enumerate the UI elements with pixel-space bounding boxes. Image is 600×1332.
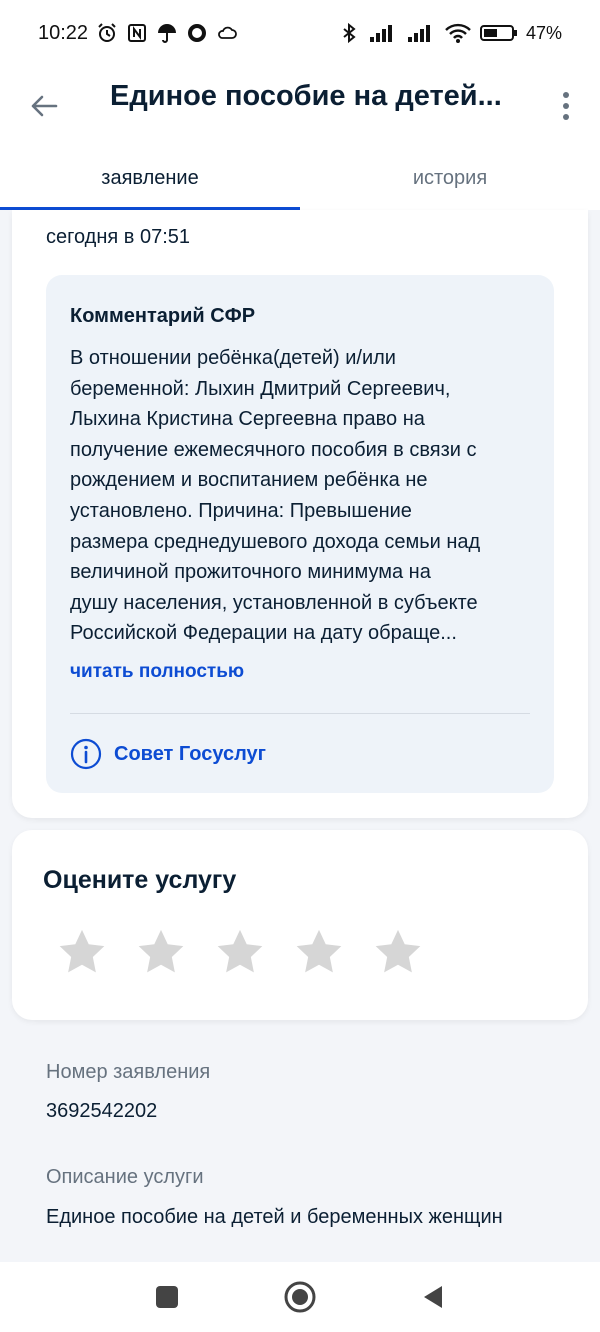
comment-line: рождением и воспитанием ребёнка не (70, 469, 428, 492)
back-nav-button[interactable] (418, 1282, 448, 1312)
star-1-icon[interactable] (56, 926, 108, 978)
recents-button[interactable] (152, 1282, 182, 1312)
battery-icon (479, 22, 518, 44)
home-circle-icon (284, 1281, 316, 1313)
menu-dot (563, 103, 569, 109)
comment-line: Российской Федерации на дату обраще... (70, 622, 457, 645)
service-description-value: Единое пособие на детей и беременных жен… (46, 1206, 503, 1228)
comment-line: Лыхина Кристина Сергеевна право на (70, 408, 425, 431)
more-menu-button[interactable] (550, 78, 582, 134)
comment-text: В отношении ребёнка(детей) и/или беремен… (70, 343, 538, 649)
comment-line: размера среднедушевого дохода семьи над (70, 530, 481, 553)
battery-percent: 47% (525, 22, 562, 43)
comment-box: Комментарий СФР В отношении ребёнка(дете… (46, 275, 554, 793)
tab-history[interactable]: история (300, 146, 600, 210)
signal-icon (406, 22, 436, 44)
status-time: 10:22 (38, 21, 89, 44)
nfc-icon (126, 22, 148, 44)
application-number-value: 3692542202 (46, 1100, 158, 1122)
advice-label: Совет Госуслуг (114, 742, 266, 765)
back-button[interactable] (22, 78, 66, 134)
status-card: сегодня в 07:51 Комментарий СФР В отноше… (12, 210, 588, 818)
status-icons-right: 47% (338, 22, 562, 44)
comment-line: величиной прожиточного минимума на (70, 561, 431, 584)
wifi-icon (444, 22, 472, 44)
star-4-icon[interactable] (293, 926, 345, 978)
status-date: сегодня в 07:51 (46, 226, 190, 248)
info-circle-icon (70, 738, 102, 770)
comment-line: душу населения, установленной в субъекте (70, 591, 478, 614)
alarm-icon (96, 22, 118, 44)
star-2-icon[interactable] (135, 926, 187, 978)
cloud-icon (216, 22, 238, 44)
comment-line: получение ежемесячного пособия в связи с (70, 438, 477, 461)
service-description-label: Описание услуги (46, 1166, 204, 1188)
tab-bar: заявление история (0, 146, 600, 210)
app-bar: Единое пособие на детей... (0, 66, 600, 146)
star-5-icon[interactable] (372, 926, 424, 978)
tab-application[interactable]: заявление (0, 146, 300, 210)
rating-stars (56, 926, 424, 978)
status-icons-left (96, 22, 238, 44)
square-icon (156, 1286, 178, 1308)
bluetooth-icon (338, 22, 360, 44)
home-button[interactable] (282, 1279, 318, 1315)
comment-line: В отношении ребёнка(детей) и/или (70, 347, 396, 369)
signal-icon (368, 22, 398, 44)
menu-dot (563, 114, 569, 120)
circle-icon (186, 22, 208, 44)
read-more-link[interactable]: читать полностью (70, 661, 244, 683)
application-number-label: Номер заявления (46, 1061, 211, 1083)
status-bar: 10:22 47% (0, 0, 600, 66)
umbrella-icon (156, 22, 178, 44)
star-3-icon[interactable] (214, 926, 266, 978)
comment-line: беременной: Лыхин Дмитрий Сергеевич, (70, 377, 451, 400)
rating-card: Оцените услугу (12, 830, 588, 1020)
arrow-left-icon (31, 95, 58, 117)
advice-link[interactable]: Совет Госуслуг (70, 738, 266, 770)
comment-line: установлено. Причина: Превышение (70, 499, 412, 522)
triangle-back-icon (424, 1286, 442, 1308)
divider (70, 713, 530, 714)
system-nav-bar (0, 1262, 600, 1332)
page-title: Единое пособие на детей... (110, 80, 502, 112)
comment-title: Комментарий СФР (70, 305, 256, 327)
rating-title: Оцените услугу (43, 866, 237, 894)
more-vertical-icon (563, 92, 569, 98)
